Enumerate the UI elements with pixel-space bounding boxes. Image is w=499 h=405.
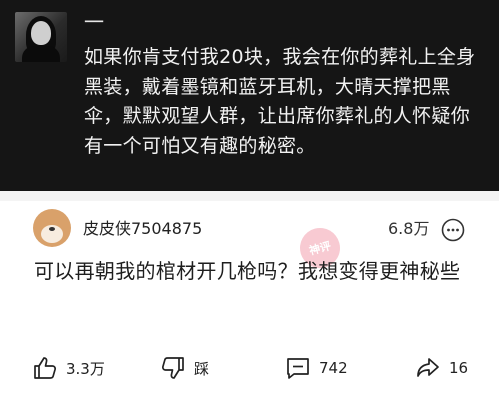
post-author-name[interactable]: 一 xyxy=(84,10,104,34)
like-count: 3.3万 xyxy=(66,359,105,378)
like-button[interactable]: 3.3万 xyxy=(32,353,105,383)
share-count: 16 xyxy=(449,359,469,377)
reply-count: 742 xyxy=(319,359,348,377)
thumbs-down-icon xyxy=(161,357,184,379)
share-icon xyxy=(417,358,439,377)
comment-author-name[interactable]: 皮皮侠7504875 xyxy=(83,219,202,239)
section-divider xyxy=(0,191,499,201)
post-text: 如果你肯支付我20块，我会在你的葬礼上全身黑装，戴着墨镜和蓝牙耳机，大晴天撑把黑… xyxy=(84,46,476,157)
more-icon[interactable] xyxy=(441,218,465,242)
comment-like-count: 6.8万 xyxy=(388,219,430,238)
comment-author-avatar[interactable] xyxy=(33,209,71,247)
share-button[interactable]: 16 xyxy=(415,353,468,383)
post-author-avatar[interactable] xyxy=(15,12,67,62)
comment-icon xyxy=(287,358,309,379)
action-bar: 3.3万 踩 742 16 xyxy=(0,345,499,395)
reply-button[interactable]: 742 xyxy=(285,353,348,383)
dislike-button[interactable]: 踩 xyxy=(160,353,209,383)
comment-text: 可以再朝我的棺材开几枪吗？我想变得更神秘些 xyxy=(34,259,461,283)
dislike-label: 踩 xyxy=(194,359,210,378)
post-panel: 一 如果你肯支付我20块，我会在你的葬礼上全身黑装，戴着墨镜和蓝牙耳机，大晴天撑… xyxy=(0,0,499,191)
thumbs-up-icon xyxy=(34,357,57,379)
